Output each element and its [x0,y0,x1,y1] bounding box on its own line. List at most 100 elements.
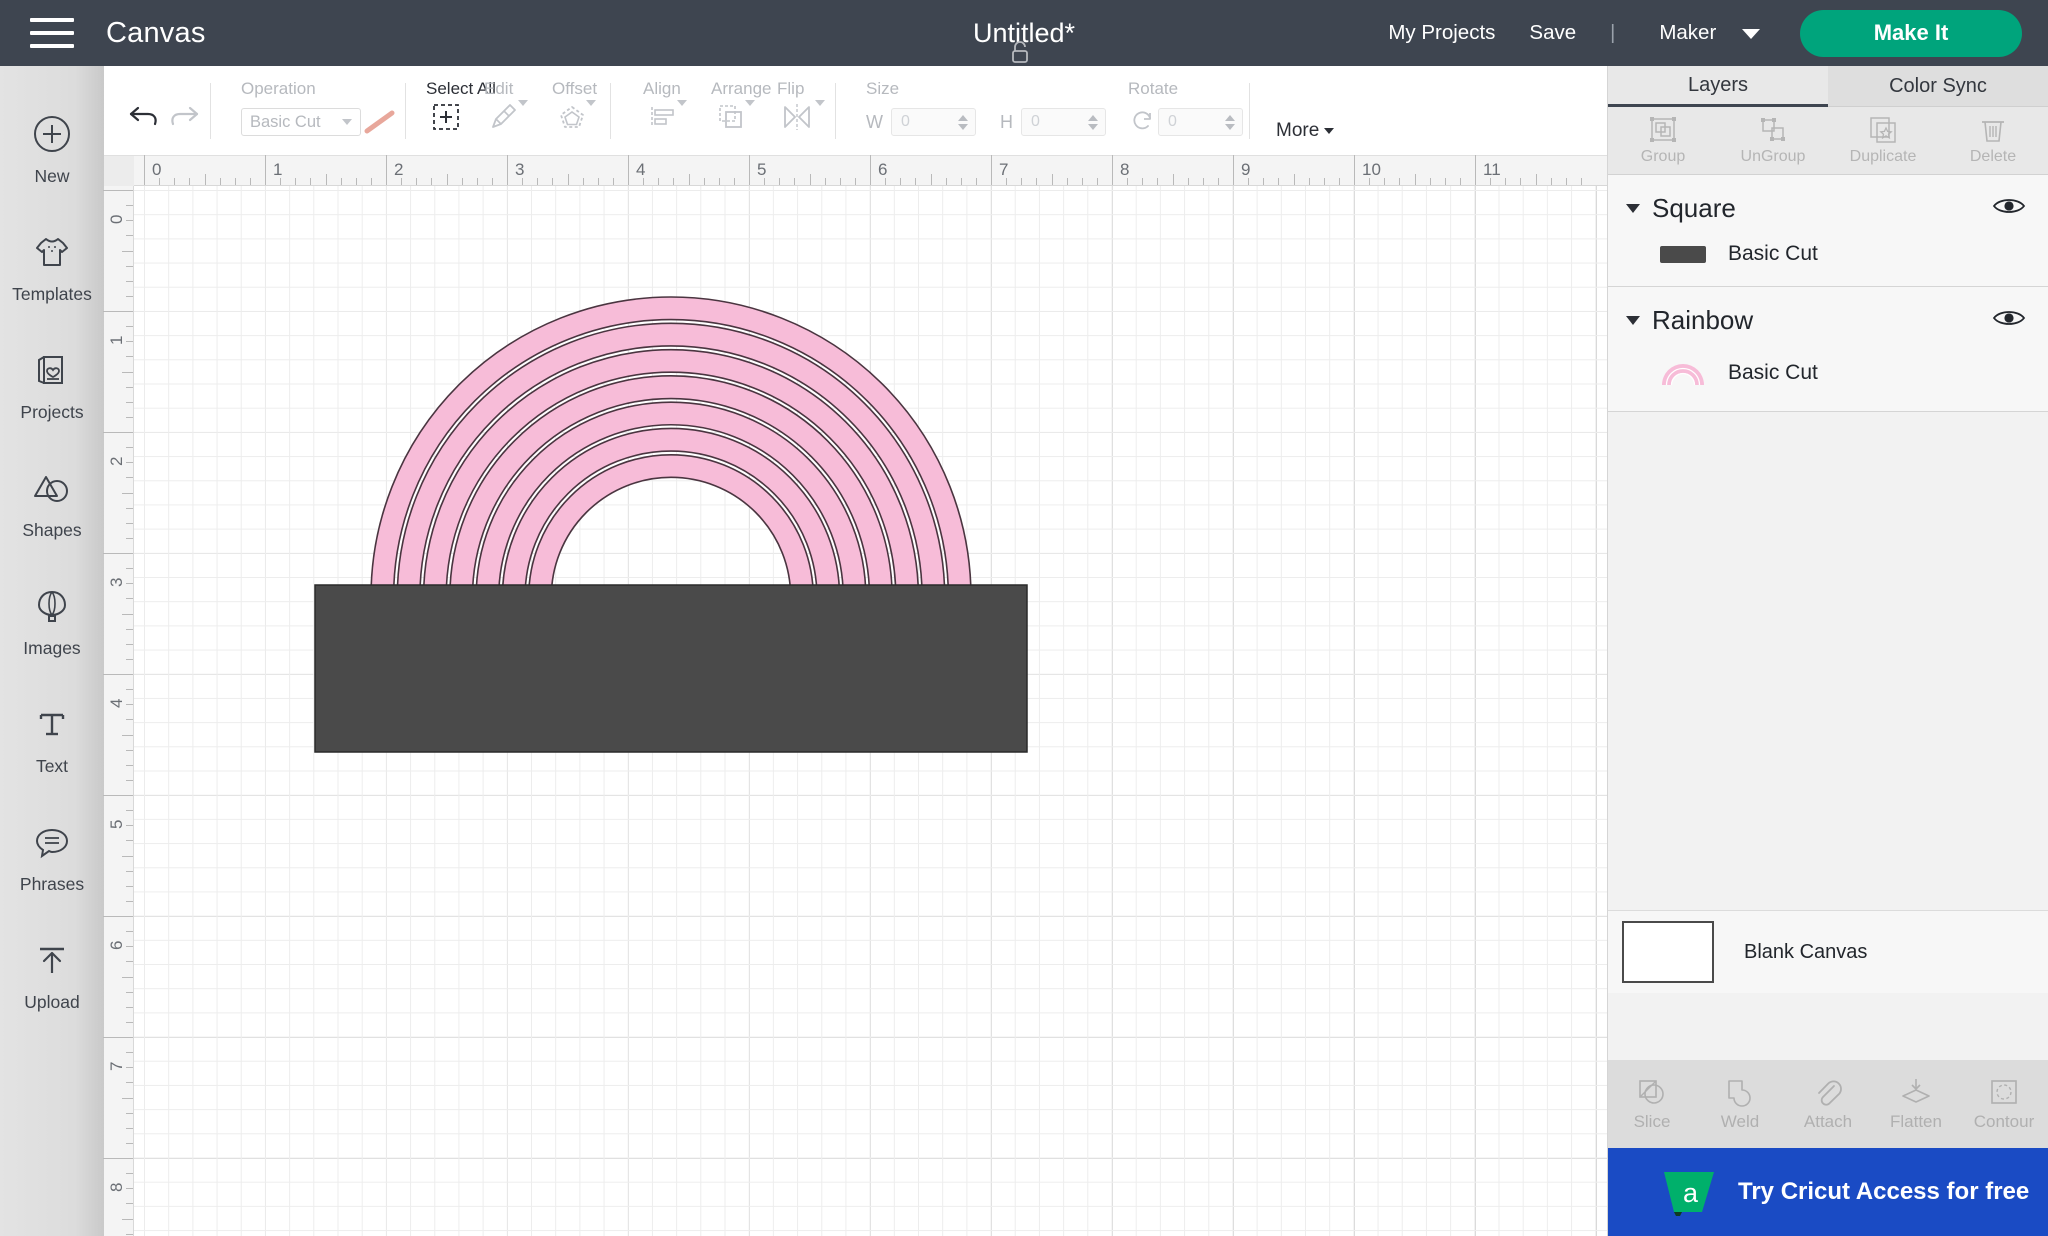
layer-swatch-rainbow [1660,354,1706,391]
blank-canvas-thumbnail [1622,921,1714,983]
ruler-label-v: 3 [107,577,126,587]
operation-select[interactable]: Basic Cut [241,108,361,136]
speech-bubble-icon [31,819,73,865]
sidebar-item-upload[interactable]: Upload [0,916,104,1034]
layer-child-rainbow[interactable]: Basic Cut [1608,342,2048,395]
width-stepper[interactable] [958,114,968,130]
arrange-group: Arrange [683,66,771,156]
svg-text:a: a [1683,1178,1699,1208]
left-sidebar: New Templates Projects Shapes Images Tex… [0,66,104,1236]
rotate-icon [1133,111,1151,130]
top-bar-separator: | [1610,21,1616,44]
layer-header[interactable]: Square [1608,187,2048,230]
group-button[interactable]: Group [1608,107,1718,174]
hamburger-menu-icon[interactable] [30,18,74,48]
canvas-grid[interactable] [134,186,1607,1236]
ungroup-icon [1761,118,1785,141]
tab-layers[interactable]: Layers [1608,66,1828,107]
redo-button[interactable] [164,66,204,132]
layer-operation-square: Basic Cut [1728,242,1818,265]
rotate-stepper[interactable] [1225,114,1235,130]
slice-button[interactable]: Slice [1608,1077,1696,1132]
arrange-button[interactable] [711,66,755,134]
blank-canvas-row[interactable]: Blank Canvas [1608,910,2048,993]
contour-button[interactable]: Contour [1960,1077,2048,1132]
cricut-access-promo-banner[interactable]: a Try Cricut Access for free [1608,1148,2048,1236]
square-shape[interactable] [314,584,1028,753]
contour-icon [1991,1079,2017,1104]
vertical-ruler: 0 1 2 3 4 5 6 7 8 [103,186,134,1236]
rainbow-shape[interactable] [370,296,972,598]
layer-group-square[interactable]: Square Basic Cut [1608,175,2048,287]
chevron-down-icon [815,100,825,106]
sidebar-item-shapes[interactable]: Shapes [0,444,104,562]
attach-button[interactable]: Attach [1784,1077,1872,1132]
panel-tabs: Layers Color Sync [1608,66,2048,107]
ruler-label-h: 0 [152,160,162,179]
weld-button[interactable]: Weld [1696,1077,1784,1132]
blank-canvas-label: Blank Canvas [1744,940,1868,963]
sidebar-item-phrases[interactable]: Phrases [0,798,104,916]
select-all-group: Select All [412,66,496,156]
offset-button[interactable] [552,66,596,134]
align-button[interactable] [643,66,687,134]
ruler-label-h: 3 [515,160,525,179]
more-button[interactable]: More [1276,120,1335,142]
layer-header[interactable]: Rainbow [1608,299,2048,342]
layer-group-rainbow[interactable]: Rainbow Basic Cut [1608,287,2048,412]
flip-button[interactable] [777,66,825,134]
lock-icon[interactable] [1008,40,1032,71]
attach-label: Attach [1803,1111,1853,1131]
ruler-label-h: 11 [1483,160,1501,179]
ruler-label-v: 7 [107,1061,126,1071]
machine-selector[interactable]: Maker [1659,21,1760,45]
promo-text: Try Cricut Access for free [1738,1178,2030,1205]
sidebar-item-images[interactable]: Images [0,562,104,680]
chevron-down-icon[interactable] [1626,204,1640,213]
undo-button[interactable] [124,66,164,132]
duplicate-label: Duplicate [1849,148,1917,165]
top-bar-actions: My Projects Save | Maker Make It [1354,9,2048,57]
height-stepper[interactable] [1088,114,1098,130]
ungroup-button[interactable]: UnGroup [1718,107,1828,174]
contour-label: Contour [1973,1111,2035,1131]
operation-color-swatch[interactable] [361,108,399,136]
ruler-label-v: 6 [107,940,126,950]
visibility-eye-icon[interactable] [1992,195,2026,222]
sidebar-item-text[interactable]: Text [0,680,104,798]
sidebar-item-templates[interactable]: Templates [0,208,104,326]
tab-color-sync[interactable]: Color Sync [1828,66,2048,107]
my-projects-link[interactable]: My Projects [1388,21,1495,45]
ruler-label-h: 9 [1241,160,1251,179]
canvas-artwork [314,296,1028,753]
edit-group: Edit [466,66,528,156]
delete-label: Delete [1969,148,2017,165]
ruler-label-v: 1 [107,335,126,345]
sidebar-item-projects[interactable]: Projects [0,326,104,444]
chevron-down-icon [1324,128,1335,134]
visibility-eye-icon[interactable] [1992,307,2026,334]
ruler-label-v: 8 [107,1182,126,1192]
ruler-label-h: 8 [1120,160,1130,179]
make-it-button[interactable]: Make It [1800,9,2022,57]
duplicate-button[interactable]: Duplicate [1828,107,1938,174]
layer-operation-rainbow: Basic Cut [1728,360,1818,384]
edit-button[interactable] [484,66,528,134]
right-panel: Layers Color Sync Group UnGroup Duplicat… [1607,66,2048,1236]
operation-group: Operation Basic Cut [217,66,399,156]
save-button[interactable]: Save [1529,21,1576,45]
ruler-label-v: 5 [107,819,126,829]
layer-child-square[interactable]: Basic Cut [1608,230,2048,270]
select-all-button[interactable] [426,66,466,134]
sidebar-label-new: New [34,166,70,186]
ruler-label-v: 0 [107,214,126,224]
flatten-button[interactable]: Flatten [1872,1077,1960,1132]
ruler-label-h: 2 [394,160,404,179]
design-canvas[interactable]: 01234567891011 012345678 www.lifeisapart… [103,155,1607,1236]
sidebar-label-projects: Projects [20,402,84,422]
delete-button[interactable]: Delete [1938,107,2048,174]
sidebar-label-text: Text [35,756,69,776]
chevron-down-icon[interactable] [1626,316,1640,325]
sidebar-label-shapes: Shapes [22,520,82,540]
sidebar-item-new[interactable]: New [0,90,104,208]
